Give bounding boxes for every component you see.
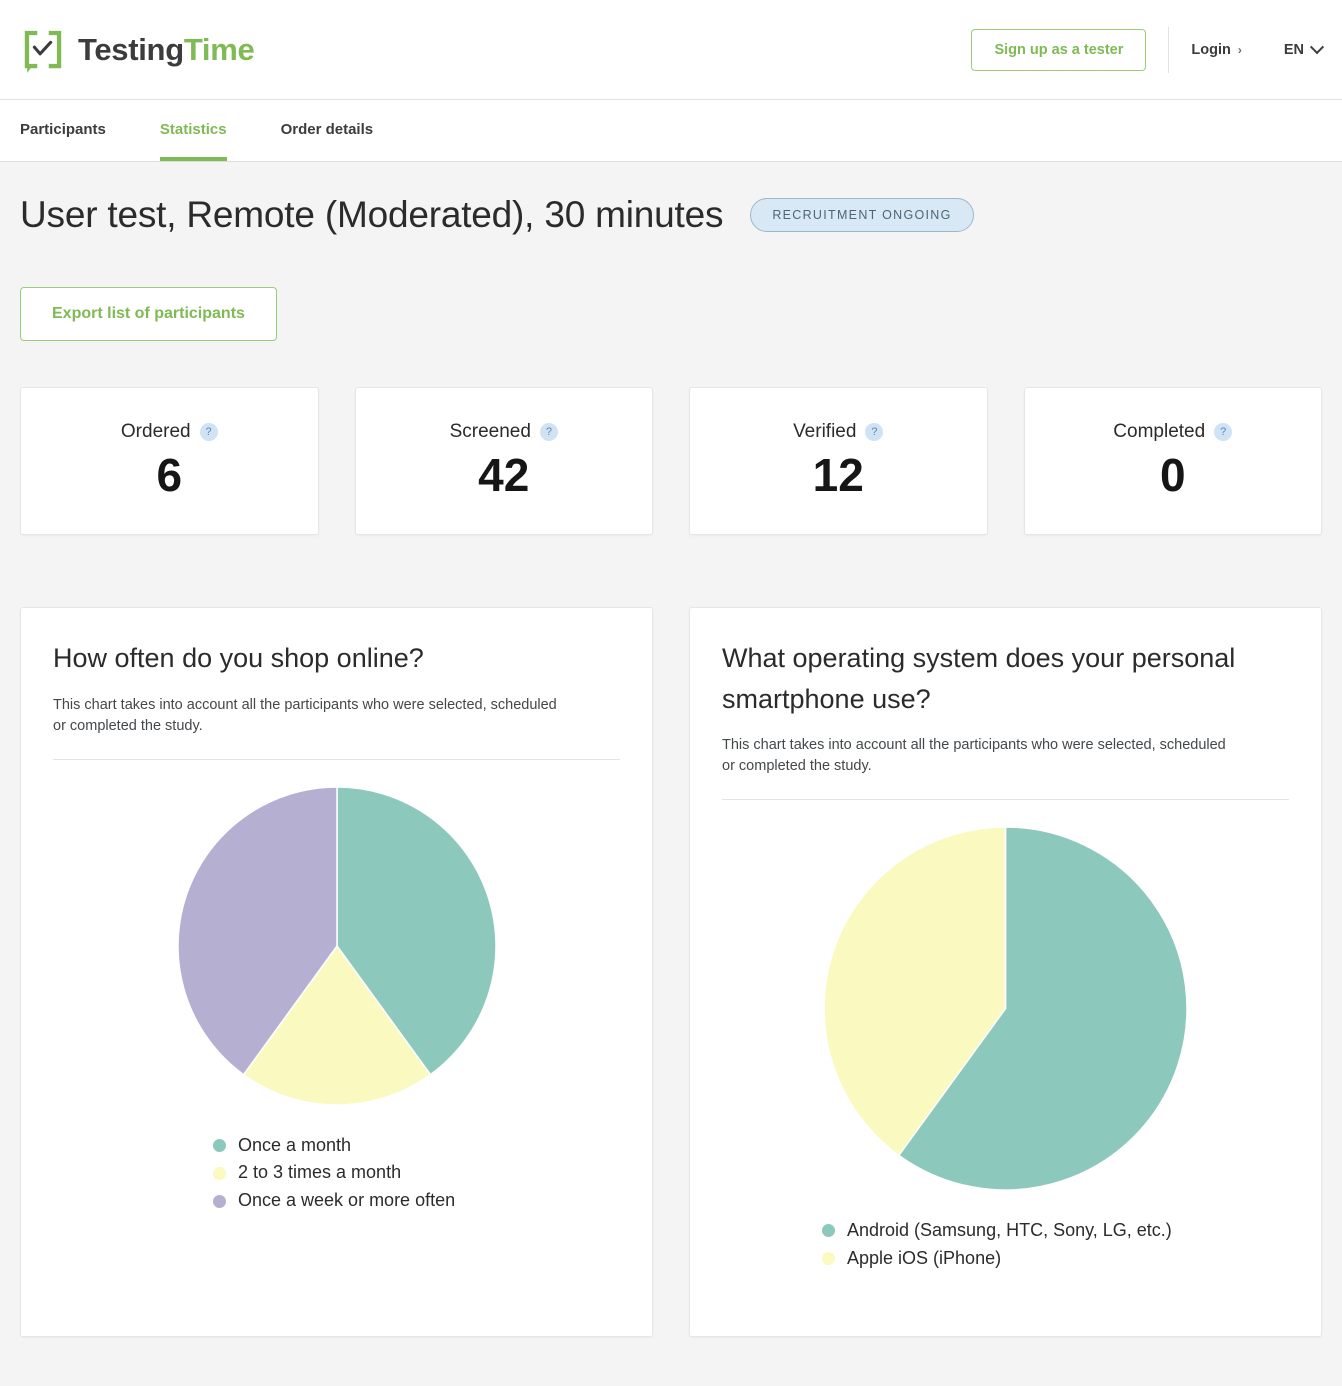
legend-label: Android (Samsung, HTC, Sony, LG, etc.)	[847, 1220, 1172, 1241]
legend-color-swatch	[213, 1166, 226, 1180]
help-icon[interactable]: ?	[199, 422, 218, 441]
testingtime-logo-icon	[24, 30, 62, 73]
legend-label: 2 to 3 times a month	[238, 1162, 402, 1183]
chart-legend: Android (Samsung, HTC, Sony, LG, etc.) A…	[722, 1217, 1289, 1273]
export-participants-button[interactable]: Export list of participants	[20, 287, 277, 341]
primary-tabs: Participants Statistics Order details	[0, 100, 1342, 162]
stat-card-completed: Completed ? 0	[1023, 387, 1322, 535]
header-divider	[1168, 26, 1170, 73]
stats-row: Ordered ? 6 Screened ? 42 Verified ? 12 …	[20, 387, 1322, 535]
help-icon[interactable]: ?	[1214, 422, 1233, 441]
language-selector[interactable]: EN	[1283, 39, 1325, 58]
header-actions: Sign up as a tester Login › EN	[971, 26, 1325, 73]
stat-label: Ordered ?	[121, 421, 218, 443]
chart-divider	[722, 799, 1289, 801]
stat-value: 0	[1159, 448, 1186, 501]
stat-label-text: Verified	[793, 420, 857, 442]
chart-subtitle: This chart takes into account all the pa…	[722, 737, 1226, 775]
chart-title: How often do you shop online?	[53, 643, 424, 673]
tab-participants[interactable]: Participants	[20, 100, 106, 161]
chart-title: What operating system does your personal…	[722, 643, 1236, 714]
pie-chart-smartphone-os	[722, 826, 1289, 1191]
chart-card-smartphone-os: What operating system does your personal…	[689, 607, 1322, 1337]
charts-row: How often do you shop online? This chart…	[20, 607, 1322, 1337]
login-link[interactable]: Login ›	[1191, 42, 1241, 58]
pie-svg	[823, 826, 1188, 1191]
site-header: TestingTime Sign up as a tester Login › …	[0, 0, 1342, 100]
stat-value: 6	[156, 448, 183, 501]
stat-value: 42	[478, 448, 530, 501]
pie-chart-shopping-frequency	[53, 785, 620, 1106]
tab-statistics[interactable]: Statistics	[159, 100, 227, 161]
brand-name-first: Testing	[78, 31, 184, 67]
legend-color-swatch	[822, 1252, 835, 1266]
chart-subtitle: This chart takes into account all the pa…	[53, 696, 557, 734]
chart-divider	[53, 758, 620, 760]
stat-value: 12	[812, 448, 864, 501]
legend-item: Android (Samsung, HTC, Sony, LG, etc.)	[822, 1217, 1289, 1245]
tab-order-details[interactable]: Order details	[281, 100, 374, 161]
status-badge: RECRUITMENT ONGOING	[750, 198, 974, 232]
language-label: EN	[1283, 41, 1304, 58]
chart-card-shopping-frequency: How often do you shop online? This chart…	[20, 607, 653, 1337]
chart-legend: Once a month 2 to 3 times a month Once a…	[53, 1132, 620, 1216]
page-body: User test, Remote (Moderated), 30 minute…	[0, 162, 1342, 1385]
page-title-row: User test, Remote (Moderated), 30 minute…	[20, 162, 1322, 236]
stat-label-text: Ordered	[120, 420, 191, 442]
legend-label: Once a week or more often	[238, 1190, 456, 1211]
legend-item: Once a month	[213, 1132, 620, 1160]
stat-label: Screened ?	[450, 421, 558, 443]
stat-card-ordered: Ordered ? 6	[20, 387, 319, 535]
signup-as-tester-button[interactable]: Sign up as a tester	[971, 28, 1147, 71]
stat-label: Verified ?	[793, 420, 884, 443]
legend-item: 2 to 3 times a month	[213, 1159, 620, 1187]
legend-label: Once a month	[238, 1134, 352, 1155]
legend-color-swatch	[213, 1194, 226, 1208]
stat-label-text: Completed	[1113, 420, 1206, 442]
legend-color-swatch	[213, 1138, 226, 1152]
help-icon[interactable]: ?	[865, 422, 884, 441]
brand-name-second: Time	[183, 31, 255, 67]
chevron-right-icon: ›	[1237, 42, 1242, 57]
chevron-down-icon	[1309, 39, 1325, 54]
login-label: Login	[1191, 41, 1231, 58]
legend-item: Apple iOS (iPhone)	[822, 1245, 1289, 1273]
legend-label: Apple iOS (iPhone)	[847, 1247, 1002, 1268]
brand-wordmark: TestingTime	[78, 31, 255, 68]
legend-item: Once a week or more often	[213, 1187, 620, 1215]
legend-color-swatch	[822, 1224, 835, 1238]
pie-svg	[176, 785, 497, 1106]
stat-card-screened: Screened ? 42	[354, 387, 653, 535]
stat-label: Completed ?	[1113, 420, 1233, 443]
page-title: User test, Remote (Moderated), 30 minute…	[20, 194, 724, 235]
brand-logo-link[interactable]: TestingTime	[20, 27, 255, 73]
stat-label-text: Screened	[449, 420, 531, 442]
help-icon[interactable]: ?	[539, 422, 558, 441]
stat-card-verified: Verified ? 12	[689, 387, 988, 535]
